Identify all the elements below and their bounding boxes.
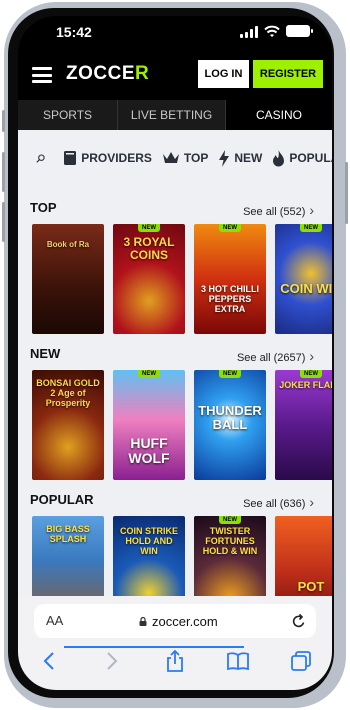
section-title-popular: POPULAR [30, 492, 94, 507]
lightning-icon [219, 149, 230, 167]
game-row-new: BONSAI GOLD 2 Age of Prosperity NEW HUFF… [32, 370, 332, 480]
logo-text: ZOCCE [66, 63, 135, 84]
power-button [345, 162, 348, 224]
search-icon[interactable] [36, 150, 45, 167]
game-row-top: Book of Ra NEW 3 ROYAL COINS NEW 3 HOT C… [32, 224, 332, 334]
category-new[interactable]: NEW [218, 149, 263, 167]
zoccer-logo[interactable]: ZOCCER [66, 63, 149, 85]
battery-icon [286, 25, 313, 37]
category-top[interactable]: TOP [162, 151, 208, 165]
status-bar: 15:42 [18, 16, 332, 50]
game-tile[interactable]: NEW HUFF WOLF [113, 370, 185, 480]
category-label: NEW [234, 151, 263, 165]
game-title: JOKER FLARE [279, 380, 332, 390]
page-load-progress [64, 646, 244, 648]
game-title: BIG BASS SPLASH [46, 524, 90, 544]
flame-icon [273, 149, 285, 166]
game-title: 3 ROYAL COINS [123, 235, 175, 262]
url-text: zoccer.com [152, 614, 218, 629]
tabs-icon[interactable] [287, 650, 315, 672]
game-title: BONSAI GOLD 2 Age of Prosperity [36, 378, 100, 408]
game-title: Book of Ra [46, 240, 90, 249]
casino-content: PROVIDERS TOP NEW POPULAR [18, 130, 332, 610]
cellular-signal-icon [240, 26, 258, 38]
game-tile[interactable]: Book of Ra [32, 224, 104, 334]
game-tile[interactable]: NEW JOKER FLARE [275, 370, 332, 480]
status-time: 15:42 [56, 24, 92, 40]
category-label: TOP [183, 151, 209, 165]
volume-up-button [2, 152, 5, 192]
new-badge: NEW [300, 224, 322, 232]
reader-settings-button[interactable]: AA [46, 613, 63, 628]
game-tile[interactable]: NEW THUNDER BALL [194, 370, 266, 480]
game-tile[interactable]: BONSAI GOLD 2 Age of Prosperity [32, 370, 104, 480]
game-title: COIN STRIKE HOLD AND WIN [119, 526, 178, 556]
hamburger-menu-icon[interactable] [32, 67, 52, 83]
browser-bottom-nav [18, 650, 332, 672]
share-icon[interactable] [161, 650, 189, 672]
game-title: COIN WIN [280, 281, 332, 296]
game-title: HUFF WOLF [128, 435, 170, 466]
category-label: POPULAR [289, 151, 332, 165]
crown-icon [162, 152, 179, 163]
game-title: 3 HOT CHILLI PEPPERS EXTRA [201, 284, 259, 314]
game-title: POT [297, 579, 325, 594]
back-icon[interactable] [35, 650, 63, 672]
silent-switch [2, 110, 5, 132]
game-tile[interactable]: NEW 3 HOT CHILLI PEPPERS EXTRA [194, 224, 266, 334]
new-badge: NEW [138, 224, 160, 232]
wifi-icon [264, 25, 280, 37]
book-icon [64, 151, 77, 165]
new-badge: NEW [300, 370, 322, 378]
phone-screen: 15:42 ZOCCER LOG IN REGISTER SPORTS LIVE… [18, 16, 332, 690]
dynamic-island [126, 20, 222, 46]
see-all-popular-link[interactable]: See all (636) [243, 494, 314, 510]
forward-icon[interactable] [98, 650, 126, 672]
game-title: THUNDER BALL [198, 403, 262, 432]
game-tile[interactable]: NEW COIN WIN [275, 224, 332, 334]
reload-icon[interactable] [292, 613, 306, 629]
game-tile[interactable]: NEW 3 ROYAL COINS [113, 224, 185, 334]
register-button[interactable]: REGISTER [253, 60, 323, 88]
address-bar[interactable]: AA zoccer.com [34, 604, 316, 648]
logo-accent: R [135, 63, 150, 84]
category-providers[interactable]: PROVIDERS [63, 150, 152, 166]
category-popular[interactable]: POPULAR [272, 149, 332, 167]
volume-down-button [2, 202, 5, 242]
section-title-new: NEW [30, 346, 61, 361]
app-header: ZOCCER LOG IN REGISTER [18, 50, 332, 100]
main-nav-tabs: SPORTS LIVE BETTING CASINO [18, 100, 332, 130]
lock-icon [139, 617, 147, 626]
new-badge: NEW [219, 224, 241, 232]
browser-toolbar: AA zoccer.com [18, 596, 332, 690]
tab-casino[interactable]: CASINO [226, 100, 332, 130]
new-badge: NEW [219, 516, 241, 524]
login-button[interactable]: LOG IN [198, 60, 249, 88]
tab-live-betting[interactable]: LIVE BETTING [118, 100, 226, 130]
see-all-new-link[interactable]: See all (2657) [237, 348, 314, 364]
category-bar: PROVIDERS TOP NEW POPULAR [18, 138, 332, 178]
section-title-top: TOP [30, 200, 57, 215]
game-title: TWISTER FORTUNES HOLD & WIN [202, 526, 258, 556]
bookmarks-icon[interactable] [224, 650, 252, 672]
see-all-top-link[interactable]: See all (552) [243, 202, 314, 218]
new-badge: NEW [219, 370, 241, 378]
category-label: PROVIDERS [81, 151, 152, 165]
tab-sports[interactable]: SPORTS [18, 100, 118, 130]
new-badge: NEW [138, 370, 160, 378]
